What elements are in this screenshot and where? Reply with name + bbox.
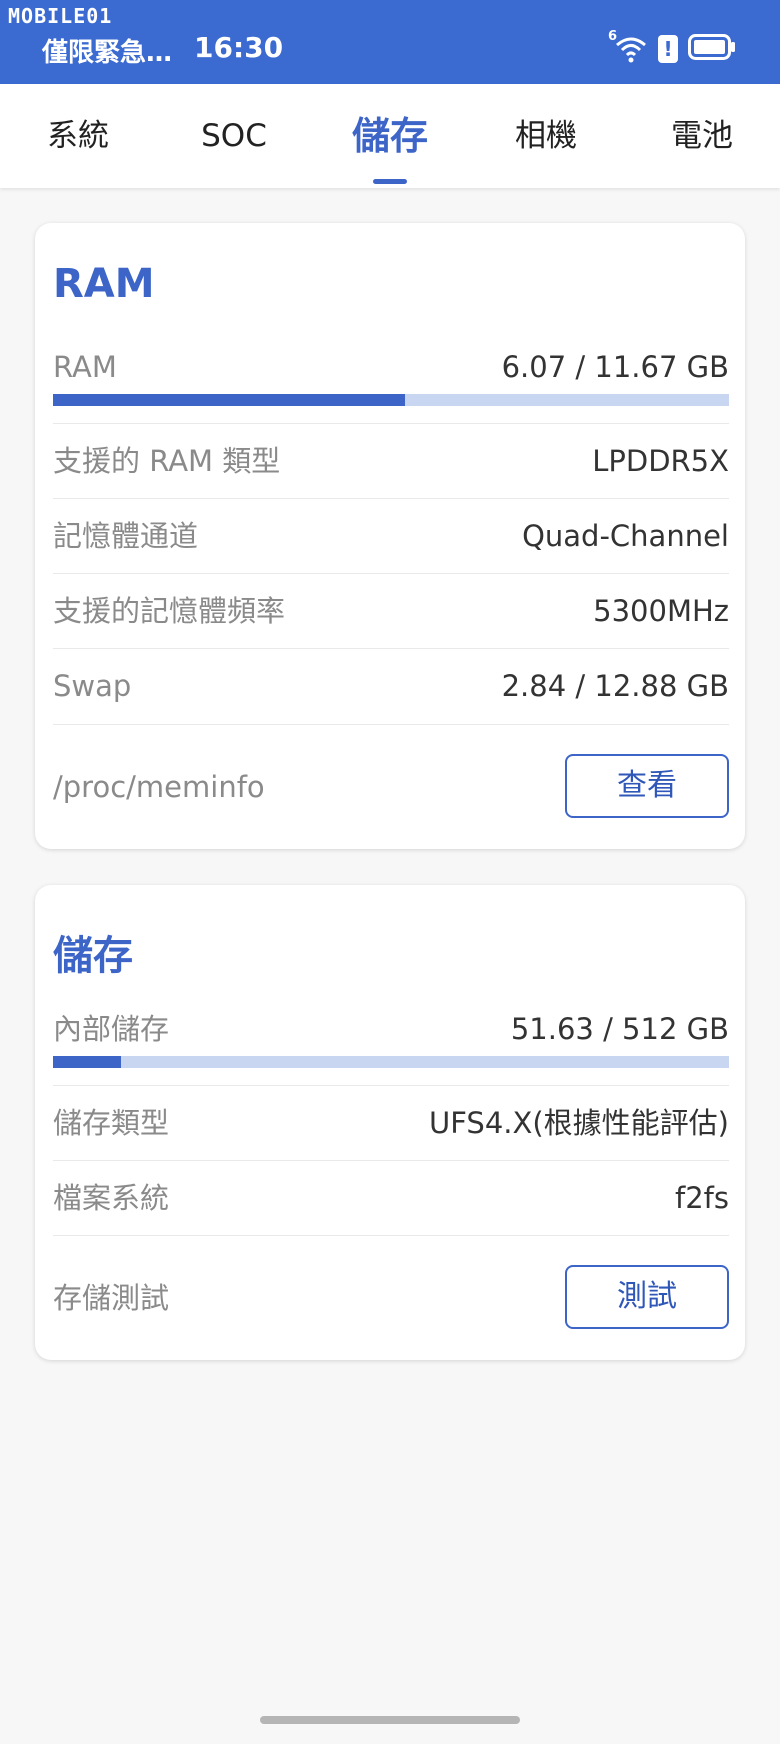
meminfo-label: /proc/meminfo: [53, 770, 265, 804]
tab-indicator: [373, 179, 407, 184]
internal-storage-value: 51.63 / 512 GB: [510, 1012, 729, 1046]
file-system-row: 檔案系統 f2fs: [53, 1161, 729, 1235]
ram-usage-row: RAM 6.07 / 11.67 GB: [53, 330, 729, 404]
swap-label: Swap: [53, 669, 132, 703]
divider: [53, 1235, 729, 1236]
tab-system[interactable]: 系統: [0, 84, 156, 188]
storage-type-row: 儲存類型 UFS4.X(根據性能評估): [53, 1086, 729, 1160]
tab-soc[interactable]: SOC: [156, 84, 312, 188]
memory-frequency-row: 支援的記憶體頻率 5300MHz: [53, 574, 729, 648]
ram-type-row: 支援的 RAM 類型 LPDDR5X: [53, 424, 729, 498]
storage-usage-bar: [53, 1056, 729, 1068]
swap-row: Swap 2.84 / 12.88 GB: [53, 649, 729, 723]
internal-storage-label: 內部儲存: [53, 1012, 170, 1046]
ram-usage-bar: [53, 394, 729, 406]
storage-type-value: UFS4.X(根據性能評估): [429, 1106, 729, 1140]
wifi-badge: 6: [608, 29, 618, 44]
ram-card: RAM RAM 6.07 / 11.67 GB 支援的 RAM 類型 LPDDR…: [35, 223, 745, 849]
tab-storage[interactable]: 儲存: [312, 84, 468, 188]
ram-card-title: RAM: [53, 261, 155, 307]
storage-usage-bar-fill: [53, 1056, 121, 1068]
memory-frequency-value: 5300MHz: [593, 594, 729, 628]
file-system-label: 檔案系統: [53, 1181, 170, 1215]
internal-storage-row: 內部儲存 51.63 / 512 GB: [53, 992, 729, 1066]
alert-badge-text: !: [663, 37, 673, 61]
storage-type-label: 儲存類型: [53, 1106, 170, 1140]
memory-frequency-label: 支援的記憶體頻率: [53, 594, 286, 628]
alert-icon: !: [658, 35, 678, 63]
ram-usage-bar-fill: [53, 394, 405, 406]
ram-type-value: LPDDR5X: [592, 444, 729, 478]
tab-battery[interactable]: 電池: [624, 84, 780, 188]
watermark-logo: MOBILE01: [8, 4, 113, 28]
ram-usage-label: RAM: [53, 350, 117, 384]
home-indicator[interactable]: [260, 1716, 520, 1724]
swap-value: 2.84 / 12.88 GB: [501, 669, 729, 703]
divider: [53, 724, 729, 725]
storage-card: 儲存 內部儲存 51.63 / 512 GB 儲存類型 UFS4.X(根據性能評…: [35, 885, 745, 1360]
status-time: 16:30: [194, 31, 284, 64]
tab-bar: 系統 SOC 儲存 相機 電池: [0, 84, 780, 188]
memory-channel-row: 記憶體通道 Quad-Channel: [53, 499, 729, 573]
storage-test-label: 存儲測試: [53, 1281, 170, 1315]
memory-channel-value: Quad-Channel: [522, 519, 729, 553]
memory-channel-label: 記憶體通道: [53, 519, 199, 553]
file-system-value: f2fs: [675, 1181, 729, 1215]
ram-usage-value: 6.07 / 11.67 GB: [501, 350, 729, 384]
wifi-icon: 6: [608, 29, 648, 63]
status-icons: 6 !: [608, 29, 736, 64]
status-notification-text: 僅限緊急…: [42, 38, 173, 68]
ram-type-label: 支援的 RAM 類型: [53, 444, 281, 478]
storage-test-button[interactable]: 測試: [565, 1265, 729, 1329]
tab-camera[interactable]: 相機: [468, 84, 624, 188]
battery-icon: [688, 34, 736, 64]
view-meminfo-button[interactable]: 查看: [565, 754, 729, 818]
status-bar: MOBILE01 僅限緊急… 16:30 6 !: [0, 0, 780, 84]
storage-card-title: 儲存: [53, 933, 133, 979]
